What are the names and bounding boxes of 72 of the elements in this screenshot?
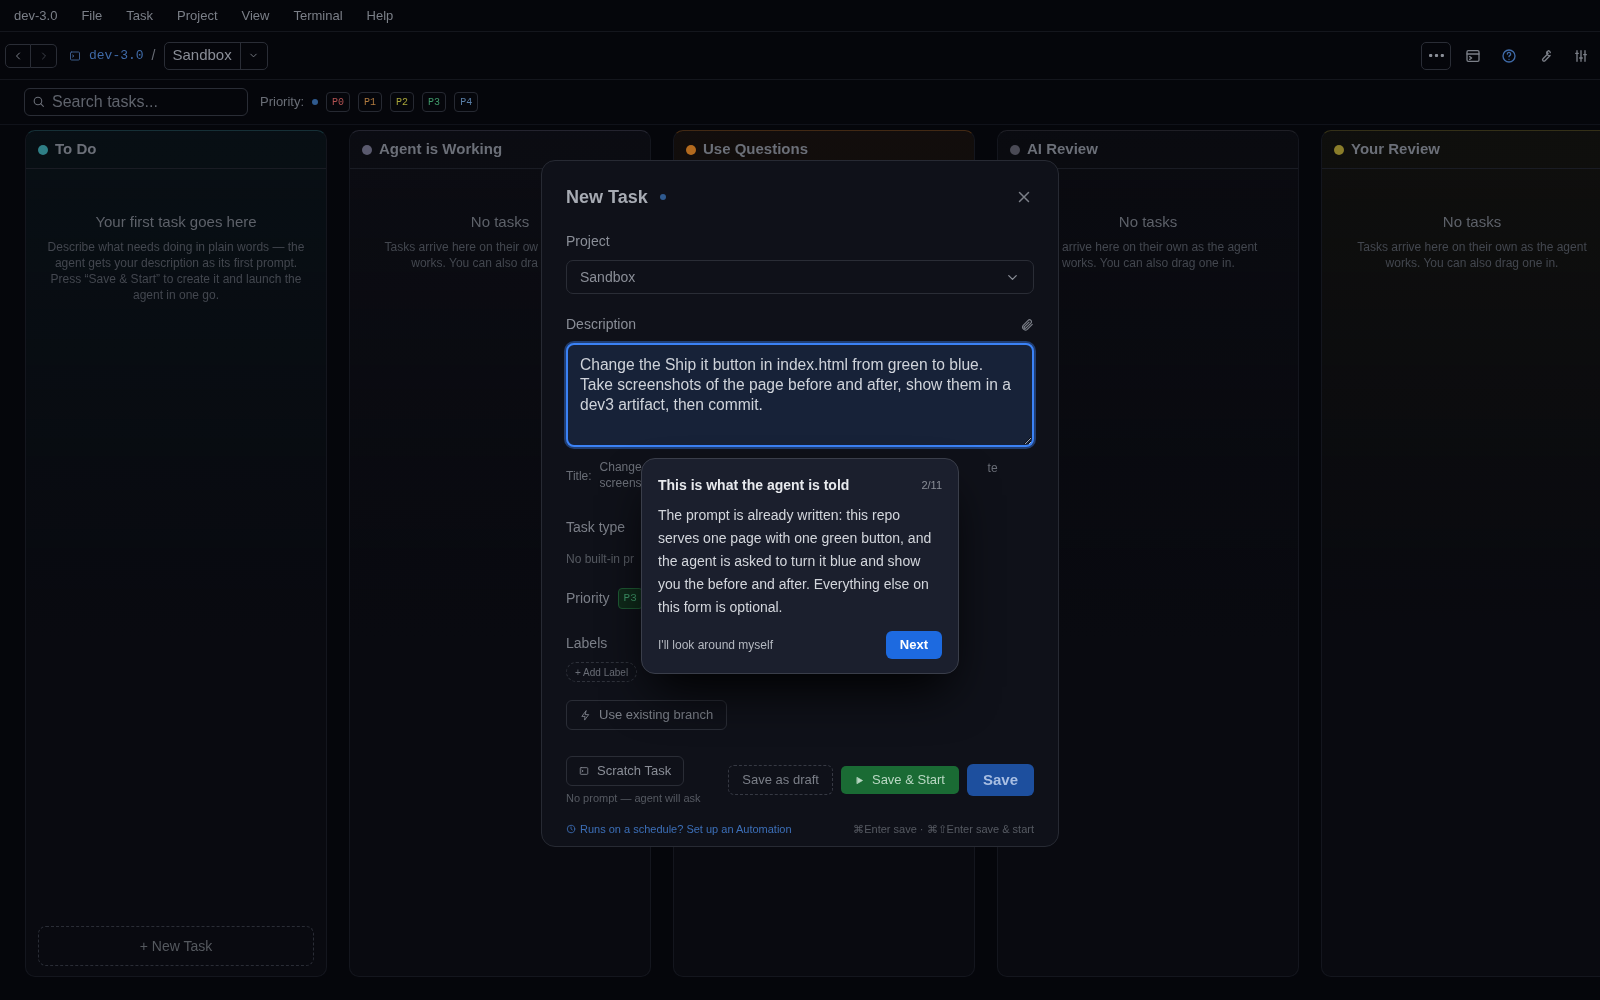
more-icon [1428,54,1444,57]
priority-chip[interactable]: P4 [454,92,479,112]
dialog-title: New Task [566,185,648,209]
empty-text: Describe what needs doing in plain words — the agent gets your description as its first prompt. Press “Save & Start” to create it and launch the agent in one go. [46,238,306,303]
menu-item[interactable]: Task [126,5,154,26]
step-counter: 2/11 [921,478,942,494]
app-name: dev-3.0 [14,6,58,25]
title-preview: te [987,460,998,477]
branch-button[interactable]: Use existing branch [566,700,728,730]
column-title: Use Questions [703,139,809,160]
save-button[interactable]: Save [966,764,1034,796]
shortcut-hint: ⌘Enter save · ⌘⇧Enter save & start [853,821,1034,837]
field-label: Priority [566,589,610,608]
field-label: Description [566,315,638,334]
menu-item[interactable]: View [241,5,270,26]
path-separator: / [151,46,156,65]
column-title: To Do [55,139,97,160]
empty-text: Tasks arrive here on their own as the agent works. You can also drag one in. [1356,238,1588,271]
terminal-icon [69,49,81,62]
lightning-icon [580,709,591,721]
column-title: Your Review [1351,139,1440,160]
priority-badge: P3 [617,588,643,609]
next-button[interactable]: Next [885,631,942,659]
description-field[interactable]: Change the Ship it button in index.html from green to blue. Take screenshots of the page before and after, show them in a dev3 artifact, then commit. [566,343,1034,447]
empty-title: No tasks [1117,212,1179,232]
column-title: Agent is Working [379,139,503,160]
empty-text: Tasks arrive here on their ow [384,238,538,255]
terminal-icon [1465,47,1481,64]
title-preview: screens [599,475,642,491]
search-icon [32,95,45,108]
priority-label: Priority: [260,93,305,112]
priority-chip[interactable]: P3 [422,92,447,112]
empty-title: No tasks [1441,212,1503,232]
more-button[interactable] [1421,41,1451,70]
sliders-icon [1573,47,1589,64]
tour-text: The prompt is already written: this repo serves one page with one green button, and the agent is asked to turn it blue and show you the before and after. Everything else on this form is optional. [658,506,933,617]
play-icon [854,775,864,785]
priority-chip[interactable]: P2 [390,92,415,112]
clock-icon [566,823,576,834]
empty-text: works. You can also drag one in. [1062,254,1235,271]
automation-link[interactable]: Runs on a schedule? Set up an Automation [566,820,792,837]
save-draft-button[interactable]: Save as draft [728,765,833,795]
empty-text: arrive here on their own as the agent [1062,238,1258,255]
empty-title: Your first task goes here [94,212,258,232]
menu-item[interactable]: Terminal [293,5,343,26]
field-label: Task type [566,518,626,537]
project-path[interactable]: dev-3.0 [89,45,144,66]
priority-chip[interactable]: P1 [358,92,383,112]
scratch-task-button[interactable]: Scratch Task [566,756,685,786]
help-icon [1501,47,1517,64]
column-title: AI Review [1027,139,1098,160]
project-dropdown[interactable]: Sandbox [566,260,1034,294]
scratch-hint: No prompt — agent will ask [566,791,701,806]
priority-chip[interactable]: P0 [326,92,351,112]
new-task-button[interactable]: + New Task [38,926,314,966]
empty-text: works. You can also dra [411,254,538,271]
task-type-hint: No built-in pr [566,551,635,568]
title-preview: Change [599,459,642,475]
menu-item[interactable]: Help [366,5,394,26]
attach-button[interactable] [1020,317,1034,332]
paperclip-icon [1020,317,1034,332]
field-label: Labels [566,634,608,653]
empty-title: No tasks [469,212,531,232]
terminal-icon [579,766,589,776]
save-start-button[interactable]: Save & Start [840,766,959,794]
tour-title: This is what the agent is told [658,476,851,495]
menu-item[interactable]: Project [177,5,218,26]
skip-tour-link[interactable]: I'll look around myself [658,636,886,654]
field-label: Project [566,232,611,251]
field-label: Title: [566,468,592,485]
search-field[interactable]: Search tasks... [24,88,248,116]
menu-item[interactable]: File [81,5,103,26]
